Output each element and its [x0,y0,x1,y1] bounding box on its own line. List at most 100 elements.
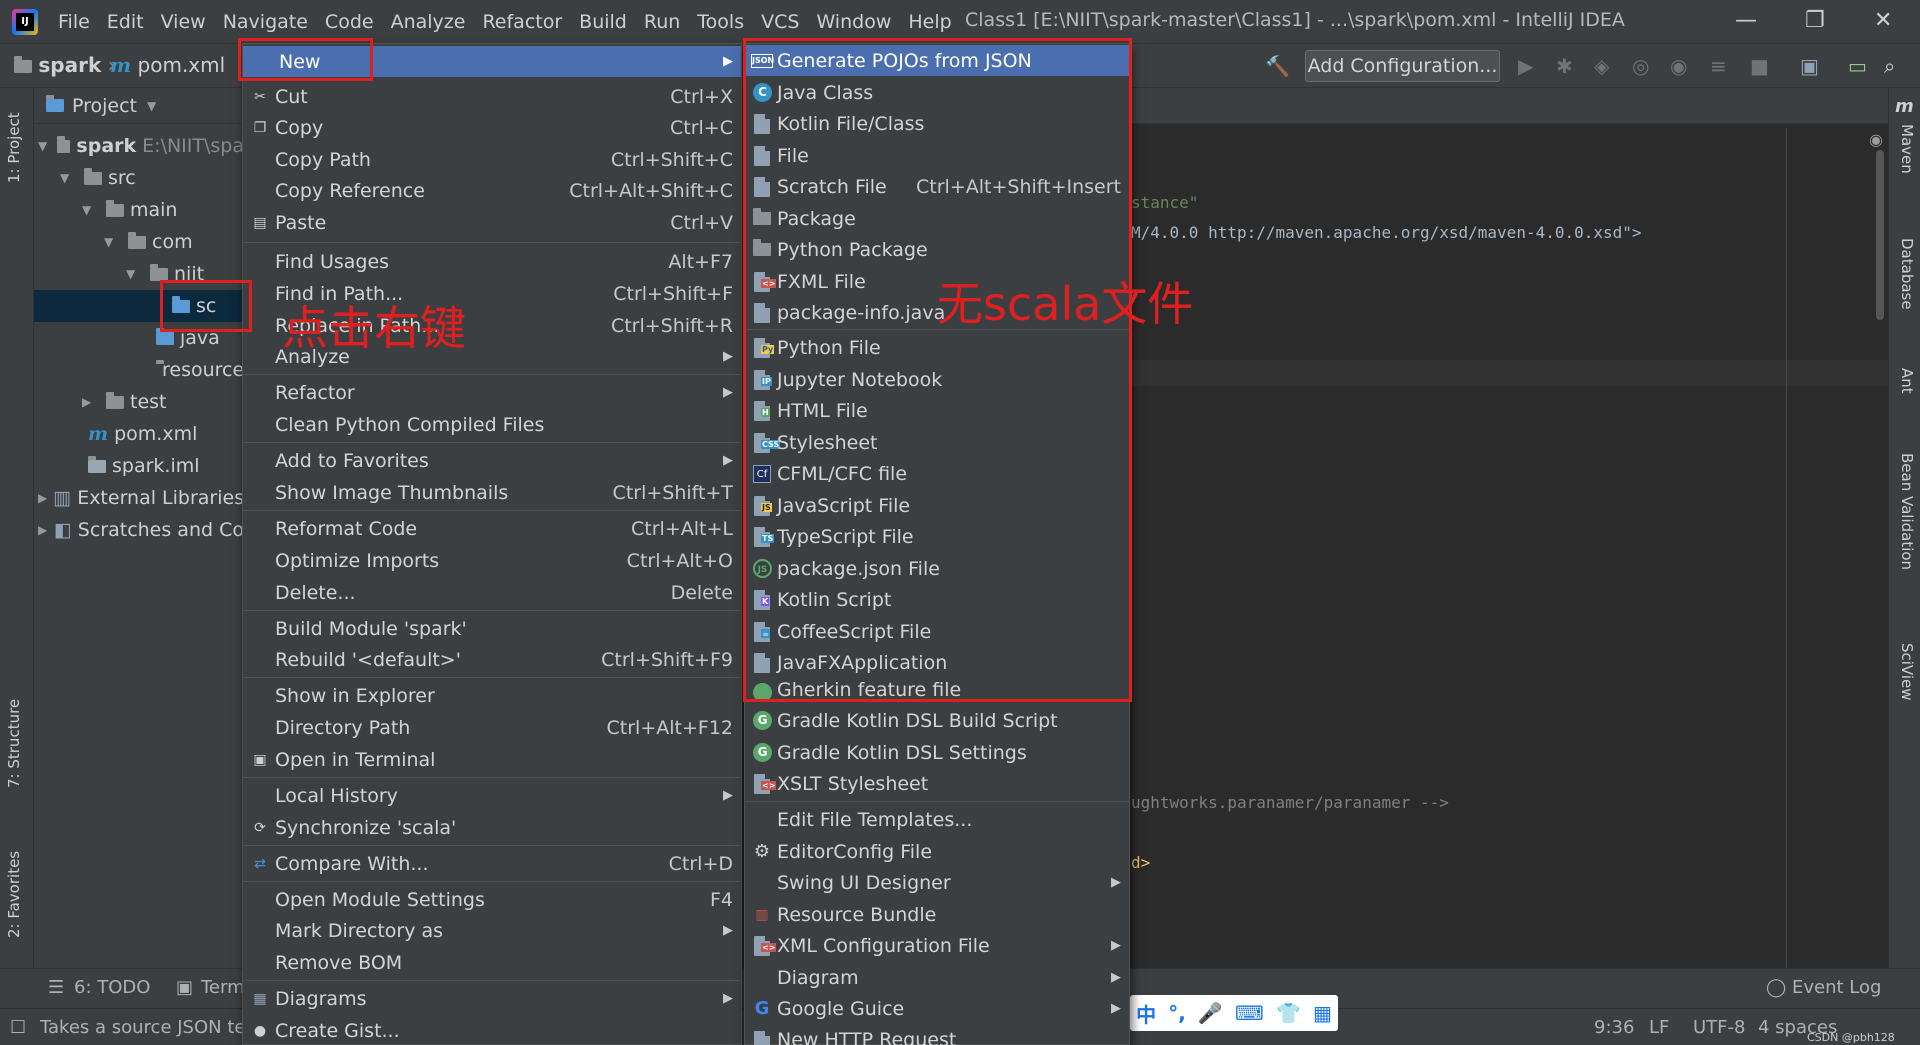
menu-item-edit-templates[interactable]: Edit File Templates... [745,804,1129,835]
menu-analyze[interactable]: Analyze [391,11,466,33]
coverage-icon[interactable]: ◈ [1594,54,1609,78]
menu-item-remove-bom[interactable]: Remove BOM [243,947,741,978]
tab-structure[interactable]: 7: Structure [5,699,23,788]
menu-item-open-in-terminal[interactable]: ▣ Open in Terminal [243,744,741,775]
build-hammer-icon[interactable]: 🔨 [1265,54,1290,78]
add-configuration-button[interactable]: Add Configuration... [1305,50,1500,82]
menu-item-rebuild[interactable]: Rebuild '<default>' Ctrl+Shift+F9 [243,644,741,675]
menu-build[interactable]: Build [579,11,627,33]
menu-run[interactable]: Run [644,11,680,33]
menu-item-show-in-explorer[interactable]: Show in Explorer [243,680,741,711]
keyboard-icon[interactable]: ⌨ [1235,1001,1264,1025]
menu-item-editorconfig[interactable]: ⚙ EditorConfig File [745,836,1129,867]
tab-sciview[interactable]: SciView [1898,643,1916,701]
menu-item-optimize-imports[interactable]: Optimize Imports Ctrl+Alt+O [243,545,741,576]
menu-item-diagrams[interactable]: ▦ Diagrams ▶ [243,983,741,1014]
terminal-icon[interactable]: ▭ [1848,54,1867,78]
chevron-down-icon[interactable]: ▼ [82,203,100,217]
chevron-right-icon[interactable]: ▶ [38,491,47,505]
menu-item-reformat-code[interactable]: Reformat Code Ctrl+Alt+L [243,513,741,544]
tab-bean-validation[interactable]: Bean Validation [1898,453,1916,570]
tab-todo[interactable]: 6: TODO [74,977,150,998]
file-encoding[interactable]: UTF-8 [1693,1017,1745,1038]
tree-item-src[interactable]: ▼ src [34,162,244,194]
caret-position[interactable]: 9:36 [1594,1017,1634,1038]
run-icon[interactable]: ▶ [1518,54,1533,78]
tree-item-pom[interactable]: m pom.xml [34,418,244,450]
tab-project[interactable]: 1: Project [5,112,23,183]
project-structure-icon[interactable]: ▣ [1800,54,1819,78]
menu-navigate[interactable]: Navigate [223,11,308,33]
tab-favorites[interactable]: 2: Favorites [5,851,23,938]
chevron-down-icon[interactable]: ▼ [104,235,122,249]
line-separator[interactable]: LF [1649,1017,1669,1038]
menu-refactor[interactable]: Refactor [482,11,562,33]
debug-icon[interactable]: ✱ [1556,54,1573,78]
editor-area[interactable]: ◉ stance" M/4.0.0 http://maven.apache.or… [1131,88,1888,968]
menu-item-xslt[interactable]: <> XSLT Stylesheet [745,768,1129,799]
menu-item-synchronize[interactable]: ⟳ Synchronize 'scala' [243,812,741,843]
minimize-icon[interactable]: — [1735,8,1757,33]
profile-icon[interactable]: ◎ [1632,54,1649,78]
menu-file[interactable]: File [58,11,90,33]
menu-item-compare-with[interactable]: ⇄ Compare With... Ctrl+D [243,848,741,879]
breadcrumb-file[interactable]: m pom.xml [110,53,225,77]
menu-item-gradle-settings[interactable]: G Gradle Kotlin DSL Settings [745,737,1129,768]
menu-item-xml-config[interactable]: <> XML Configuration File ▶ [745,930,1129,961]
menu-item-copy-reference[interactable]: Copy Reference Ctrl+Alt+Shift+C [243,175,741,206]
menu-edit[interactable]: Edit [107,11,144,33]
skin-icon[interactable]: 👕 [1276,1001,1301,1025]
ime-toolbar[interactable]: 中 °, 🎤 ⌨ 👕 ▦ [1130,995,1338,1031]
restore-icon[interactable]: ❐ [1805,8,1825,33]
grid-menu-icon[interactable]: ▦ [1313,1001,1332,1025]
menu-item-show-thumbnails[interactable]: Show Image Thumbnails Ctrl+Shift+T [243,477,741,508]
menu-item-find-usages[interactable]: Find Usages Alt+F7 [243,246,741,277]
menu-item-cut[interactable]: ✂ Cut Ctrl+X [243,81,741,112]
chevron-down-icon[interactable]: ▼ [126,267,144,281]
attach-icon[interactable]: ◉ [1670,54,1687,78]
ime-chinese-mode[interactable]: 中 [1136,999,1156,1028]
menu-help[interactable]: Help [908,11,951,33]
menu-window[interactable]: Window [816,11,891,33]
tab-terminal[interactable]: Term [201,977,245,998]
tree-item-iml[interactable]: spark.iml [34,450,244,482]
tree-item-test[interactable]: ▶ test [34,386,244,418]
menu-item-add-to-favorites[interactable]: Add to Favorites ▶ [243,445,741,476]
tab-maven[interactable]: Maven [1898,124,1916,174]
chevron-right-icon[interactable]: ▶ [82,395,100,409]
ime-punctuation[interactable]: °, [1168,1001,1186,1025]
tasks-icon[interactable]: ≡ [1710,54,1727,78]
menu-item-new-http-request[interactable]: New HTTP Request [745,1025,1129,1045]
chevron-down-icon[interactable]: ▼ [38,139,51,153]
menu-item-create-gist[interactable]: ● Create Gist... [243,1015,741,1045]
tab-event-log[interactable]: Event Log [1792,977,1881,998]
menu-item-directory-path[interactable]: Directory Path Ctrl+Alt+F12 [243,712,741,743]
menu-vcs[interactable]: VCS [761,11,799,33]
search-icon[interactable]: ⌕ [1884,54,1895,78]
menu-item-local-history[interactable]: Local History ▶ [243,780,741,811]
chevron-down-icon[interactable]: ▼ [147,99,156,113]
menu-item-copy-path[interactable]: Copy Path Ctrl+Shift+C [243,144,741,175]
menu-item-build-module[interactable]: Build Module 'spark' [243,613,741,644]
tab-database[interactable]: Database [1898,238,1916,310]
chevron-right-icon[interactable]: ▶ [38,523,48,537]
tree-item-com[interactable]: ▼ com [34,226,244,258]
menu-item-gradle-build[interactable]: G Gradle Kotlin DSL Build Script [745,705,1129,736]
menu-view[interactable]: View [161,11,206,33]
menu-code[interactable]: Code [325,11,374,33]
editor-scrollbar[interactable] [1876,150,1884,320]
close-icon[interactable]: ✕ [1874,8,1892,33]
menu-item-paste[interactable]: ▤ Paste Ctrl+V [243,207,741,238]
menu-item-diagram[interactable]: Diagram ▶ [745,962,1129,993]
tab-ant[interactable]: Ant [1898,368,1916,394]
project-panel-header[interactable]: Project ▼ [34,88,244,124]
eye-icon[interactable]: ◉ [1869,130,1883,149]
tree-item-spark[interactable]: ▼ spark E:\NIIT\spa [34,130,244,162]
menu-item-refactor[interactable]: Refactor ▶ [243,377,741,408]
menu-item-delete[interactable]: Delete... Delete [243,577,741,608]
menu-item-mark-directory-as[interactable]: Mark Directory as ▶ [243,915,741,946]
microphone-icon[interactable]: 🎤 [1198,1001,1223,1025]
menu-item-copy[interactable]: ❐ Copy Ctrl+C [243,112,741,143]
menu-item-google-guice[interactable]: G Google Guice ▶ [745,993,1129,1024]
tree-item-scratches[interactable]: ▶ ◧ Scratches and Co [34,514,244,546]
